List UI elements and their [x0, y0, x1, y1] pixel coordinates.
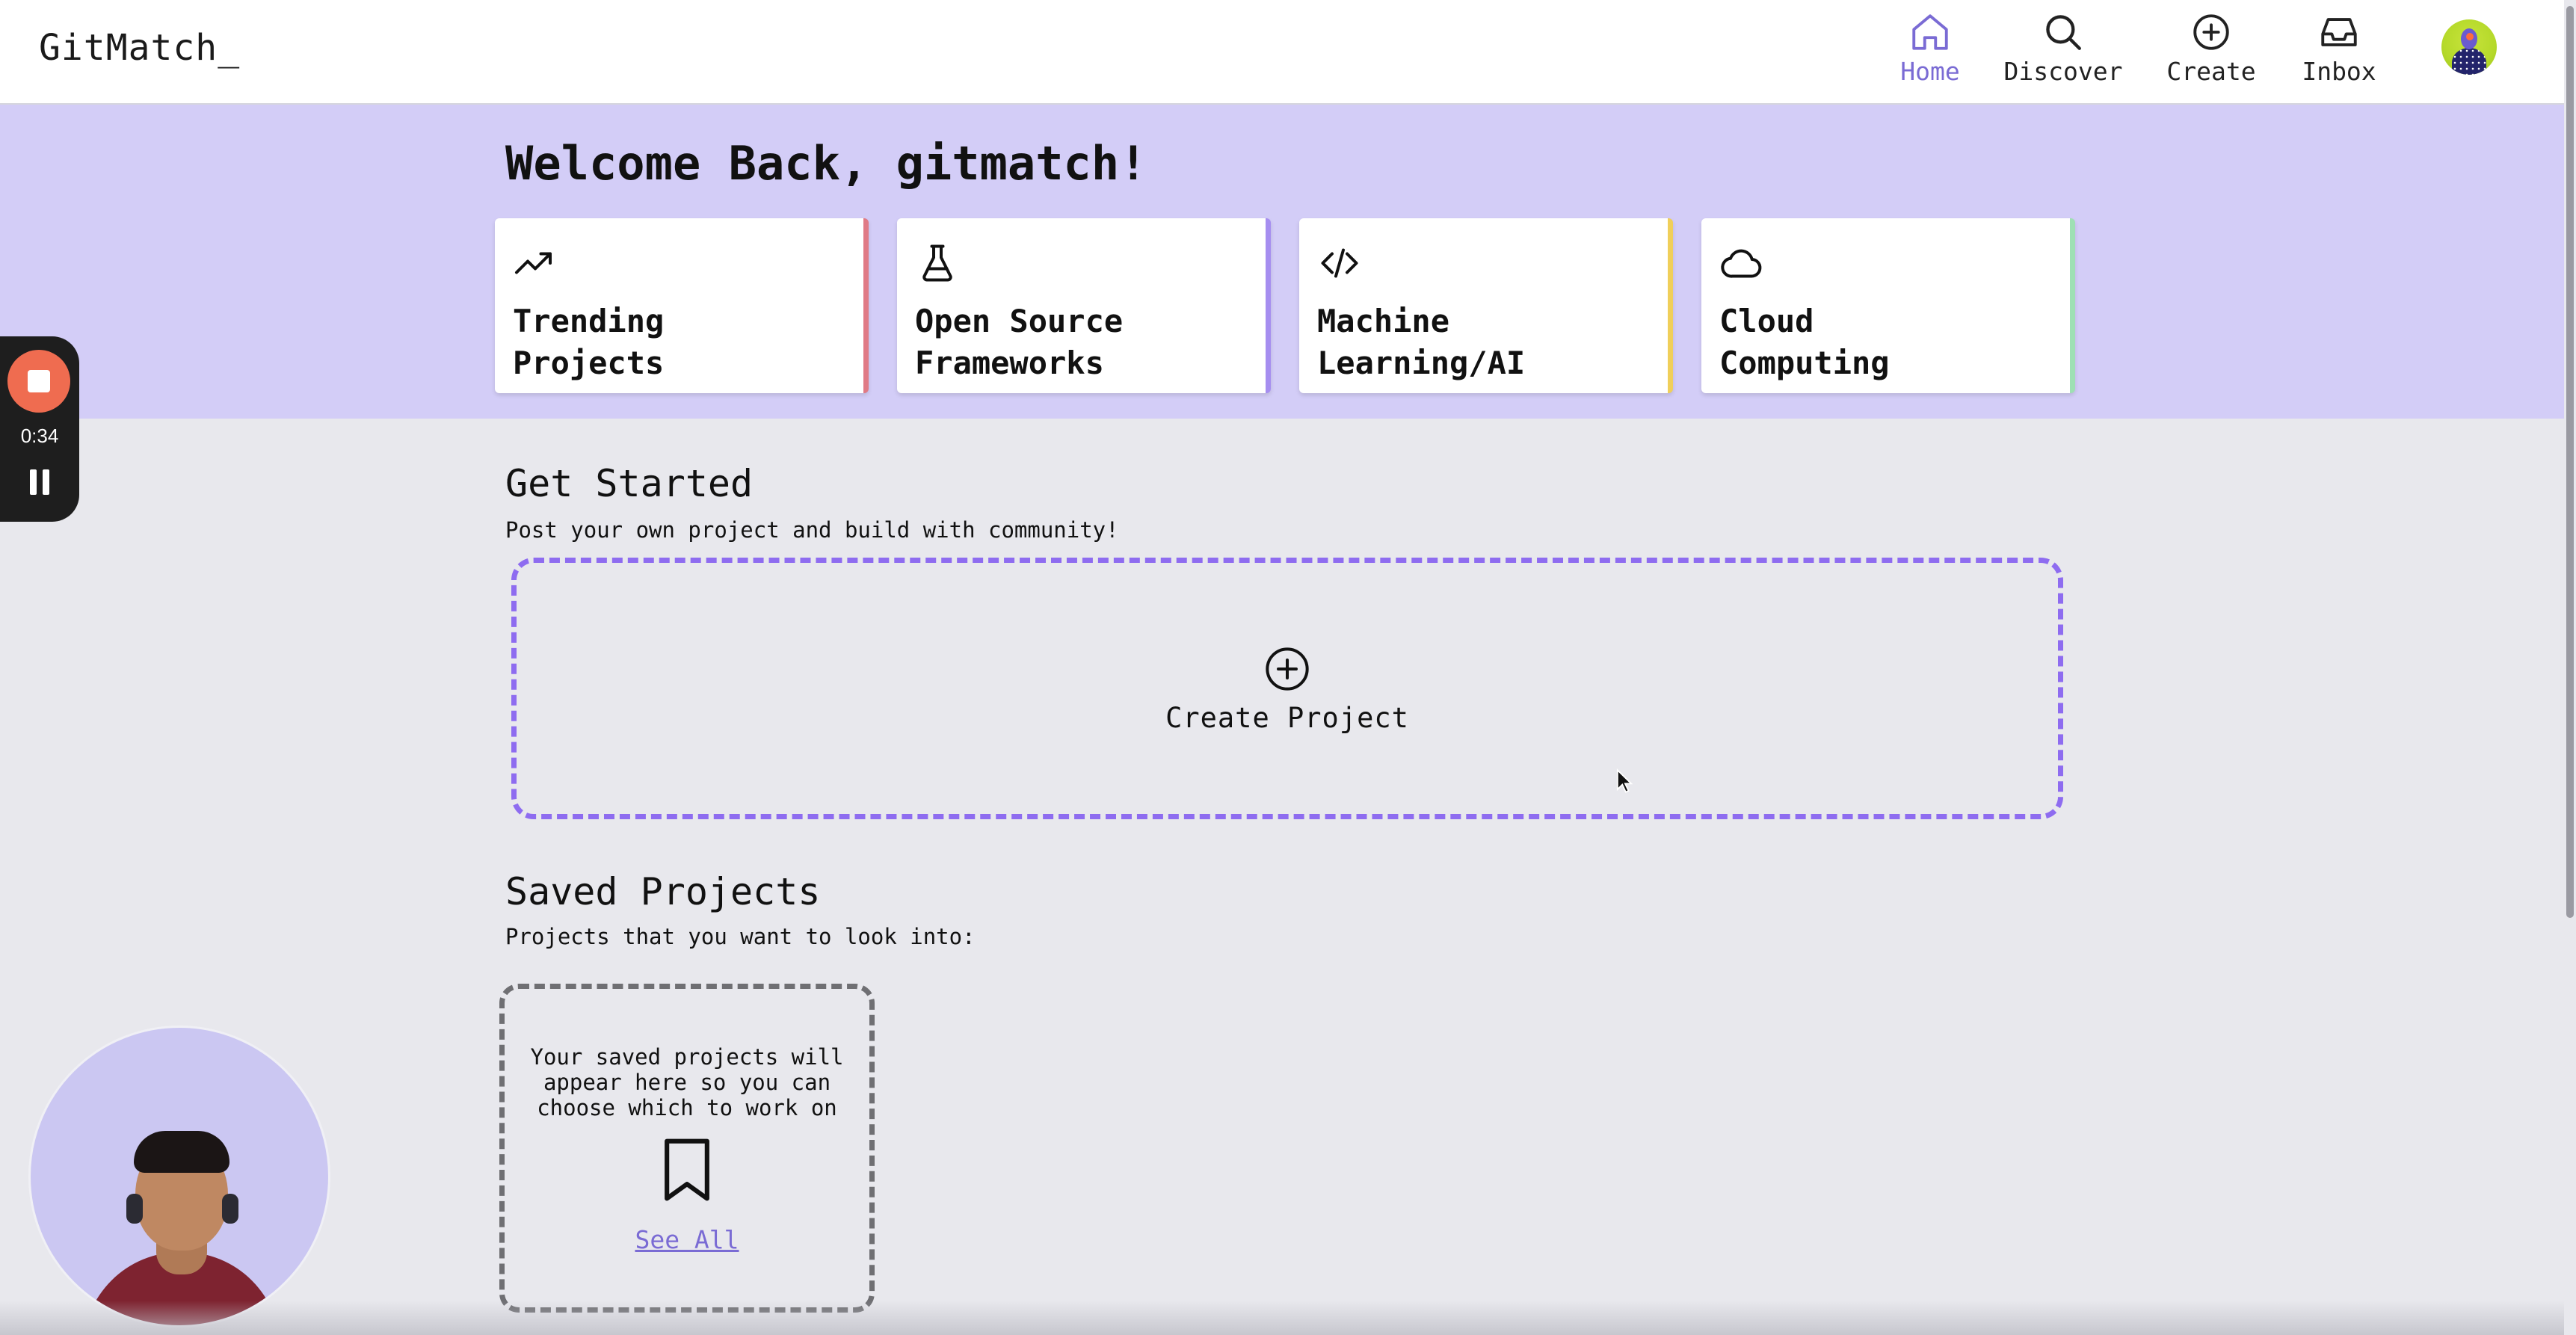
saved-empty-message: Your saved projects will appear here so …: [530, 1044, 844, 1120]
headphone-left: [126, 1194, 143, 1224]
code-icon: [1321, 248, 1358, 278]
saved-projects-title: Saved Projects: [505, 870, 821, 913]
category-label: Trending Projects: [513, 303, 665, 381]
welcome-heading: Welcome Back, gitmatch!: [505, 136, 1147, 191]
category-card-cloud[interactable]: Cloud Computing: [1701, 218, 2075, 393]
stop-recording-button[interactable]: [7, 350, 70, 413]
mouse-cursor-icon: [1616, 768, 1633, 793]
avatar-eye: [2466, 33, 2474, 40]
top-navbar: GitMatch_ Home Discover Create Inbox: [0, 0, 2564, 105]
flask-icon: [922, 244, 952, 282]
app-logo[interactable]: GitMatch_: [39, 27, 240, 69]
screen-recorder-widget: 0:34: [0, 336, 79, 522]
scrollbar-thumb[interactable]: [2566, 6, 2574, 918]
category-label: Open Source Frameworks: [915, 303, 1124, 381]
category-card-trending[interactable]: Trending Projects: [495, 218, 869, 393]
plus-circle-icon: [1266, 647, 1309, 691]
inbox-icon: [2321, 18, 2357, 46]
nav-create[interactable]: Create: [2165, 10, 2258, 94]
search-icon: [2046, 15, 2081, 50]
category-card-open-source[interactable]: Open Source Frameworks: [897, 218, 1271, 393]
headphone-right: [222, 1194, 238, 1224]
nav-discover-label: Discover: [2003, 57, 2123, 86]
category-card-ml-ai[interactable]: Machine Learning/AI: [1299, 218, 1673, 393]
home-icon: [1912, 14, 1948, 50]
create-project-content[interactable]: Create Project: [517, 645, 2058, 734]
webcam-person-hair: [134, 1131, 229, 1173]
saved-projects-empty-card: Your saved projects will appear here so …: [499, 984, 875, 1313]
nav-create-label: Create: [2166, 57, 2256, 86]
page-scrollbar[interactable]: [2564, 0, 2576, 1335]
category-label: Machine Learning/AI: [1317, 303, 1526, 381]
see-all-link[interactable]: See All: [505, 1225, 869, 1254]
bottom-shadow: [0, 1301, 2564, 1335]
create-project-label: Create Project: [1165, 702, 1409, 734]
get-started-title: Get Started: [505, 462, 754, 505]
nav-discover[interactable]: Discover: [2003, 10, 2123, 94]
hero-banner: Welcome Back, gitmatch! Trending Project…: [0, 105, 2564, 419]
saved-projects-subtitle: Projects that you want to look into:: [505, 924, 976, 949]
nav-inbox-label: Inbox: [2302, 57, 2376, 86]
user-avatar[interactable]: [2441, 19, 2497, 75]
bookmark-icon: [665, 1138, 709, 1201]
avatar-body: [2452, 48, 2486, 75]
category-label: Cloud Computing: [1719, 303, 1890, 381]
trending-up-icon: [515, 252, 552, 274]
cloud-icon: [1721, 249, 1762, 278]
nav-inbox[interactable]: Inbox: [2296, 10, 2382, 94]
pause-icon[interactable]: [28, 469, 51, 495]
recording-timer: 0:34: [20, 425, 59, 447]
nav-home[interactable]: Home: [1891, 10, 1969, 94]
get-started-subtitle: Post your own project and build with com…: [505, 517, 1119, 543]
plus-circle-icon: [2193, 14, 2229, 50]
create-project-dropzone[interactable]: Create Project: [511, 558, 2063, 819]
webcam-bubble[interactable]: [28, 1026, 330, 1328]
nav-home-label: Home: [1900, 57, 1960, 86]
